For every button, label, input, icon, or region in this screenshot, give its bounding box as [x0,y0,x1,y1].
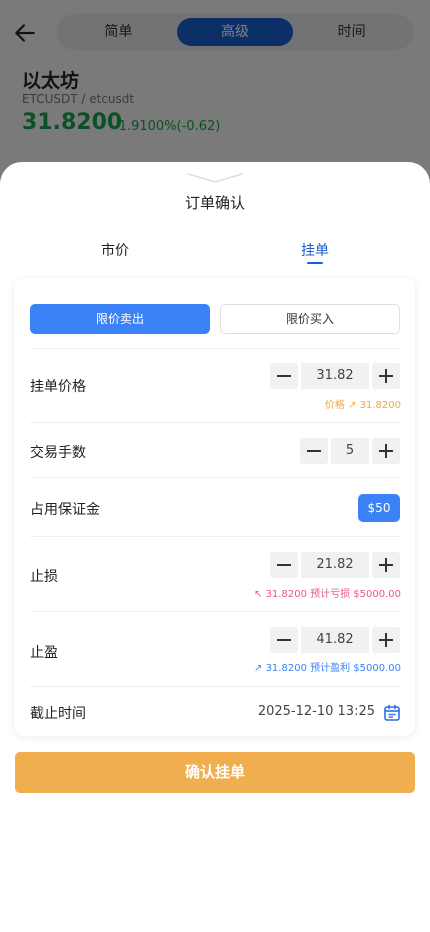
minus-icon[interactable] [270,552,298,578]
active-tab-indicator [307,262,323,264]
plus-icon[interactable] [372,627,400,653]
tab-market[interactable]: 市价 [100,240,130,260]
plus-icon[interactable] [372,438,400,464]
take-profit-hint: ↗ 31.8200 预计盈利 $5000.00 [254,663,401,674]
margin-badge: $50 [358,494,400,522]
order-form-card: 限价卖出 限价买入 挂单价格 31.82 价格 ↗ 31.8200 交易手数 5… [14,278,415,736]
order-confirm-sheet: 订单确认 市价 挂单 限价卖出 限价买入 挂单价格 31.82 价格 ↗ 31.… [0,162,430,932]
stop-loss-value[interactable]: 21.82 [301,552,369,578]
minus-icon[interactable] [270,363,298,389]
lots-label: 交易手数 [30,445,86,461]
divider [30,536,400,537]
divider [30,686,400,687]
sheet-title: 订单确认 [184,194,245,212]
divider [30,611,400,612]
margin-label: 占用保证金 [30,502,100,518]
take-profit-value[interactable]: 41.82 [301,627,369,653]
minus-icon[interactable] [270,627,298,653]
calendar-icon[interactable] [383,704,401,722]
deadline-label: 截止时间 [30,706,86,722]
take-profit-stepper: 41.82 [270,627,400,653]
tab-limit-order[interactable]: 挂单 [300,240,330,260]
limit-price-hint: 价格 ↗ 31.8200 [324,400,401,411]
divider [30,477,400,478]
limit-price-value[interactable]: 31.82 [301,363,369,389]
deadline-value[interactable]: 2025-12-10 13:25 [258,704,375,719]
take-profit-label: 止盈 [30,645,58,661]
limit-buy-button[interactable]: 限价买入 [220,304,400,334]
grabber-chevron-icon[interactable] [186,172,244,184]
plus-icon[interactable] [372,552,400,578]
minus-icon[interactable] [300,438,328,464]
plus-icon[interactable] [372,363,400,389]
divider [30,348,400,349]
stop-loss-stepper: 21.82 [270,552,400,578]
confirm-order-button[interactable]: 确认挂单 [15,752,415,793]
lots-stepper: 5 [300,438,400,464]
stop-loss-label: 止损 [30,569,58,585]
limit-sell-button[interactable]: 限价卖出 [30,304,210,334]
limit-price-label: 挂单价格 [30,379,86,395]
lots-value[interactable]: 5 [331,438,369,464]
limit-price-stepper: 31.82 [270,363,400,389]
stop-loss-hint: ↖ 31.8200 预计亏损 $5000.00 [254,589,401,600]
divider [30,422,400,423]
